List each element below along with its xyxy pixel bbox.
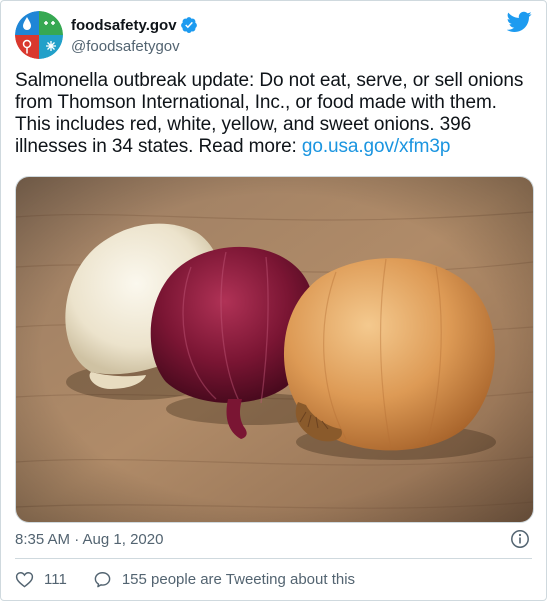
tweet-timestamp[interactable]: 8:35 AM · Aug 1, 2020 [15,531,163,548]
divider [15,558,532,559]
twitter-bird-icon[interactable] [506,11,532,33]
tweet-header: foodsafety.gov @foodsafetygov [15,11,532,61]
tweeting-about-text: 155 people are Tweeting about this [121,571,356,588]
tweet-card: foodsafety.gov @foodsafetygov Salmonella… [0,0,547,601]
tweet-actions: 111 155 people are Tweeting about this [15,570,355,589]
account-name-row: foodsafety.gov [71,16,198,34]
tweet-text: Salmonella outbreak update: Do not eat, … [15,70,535,158]
tweet-link[interactable]: go.usa.gov/xfm3p [302,136,450,157]
info-icon[interactable] [510,529,530,549]
like-button[interactable]: 111 [15,570,67,589]
tweet-media-image[interactable] [15,176,534,523]
account-handle[interactable]: @foodsafetygov [71,38,180,55]
tweeting-about-link[interactable]: 155 people are Tweeting about this [93,570,355,589]
avatar[interactable] [15,11,63,59]
account-name[interactable]: foodsafety.gov [71,17,177,34]
heart-icon [15,572,34,588]
verified-badge-icon [180,16,198,34]
like-count: 111 [44,571,67,588]
speech-bubble-icon [94,572,111,588]
